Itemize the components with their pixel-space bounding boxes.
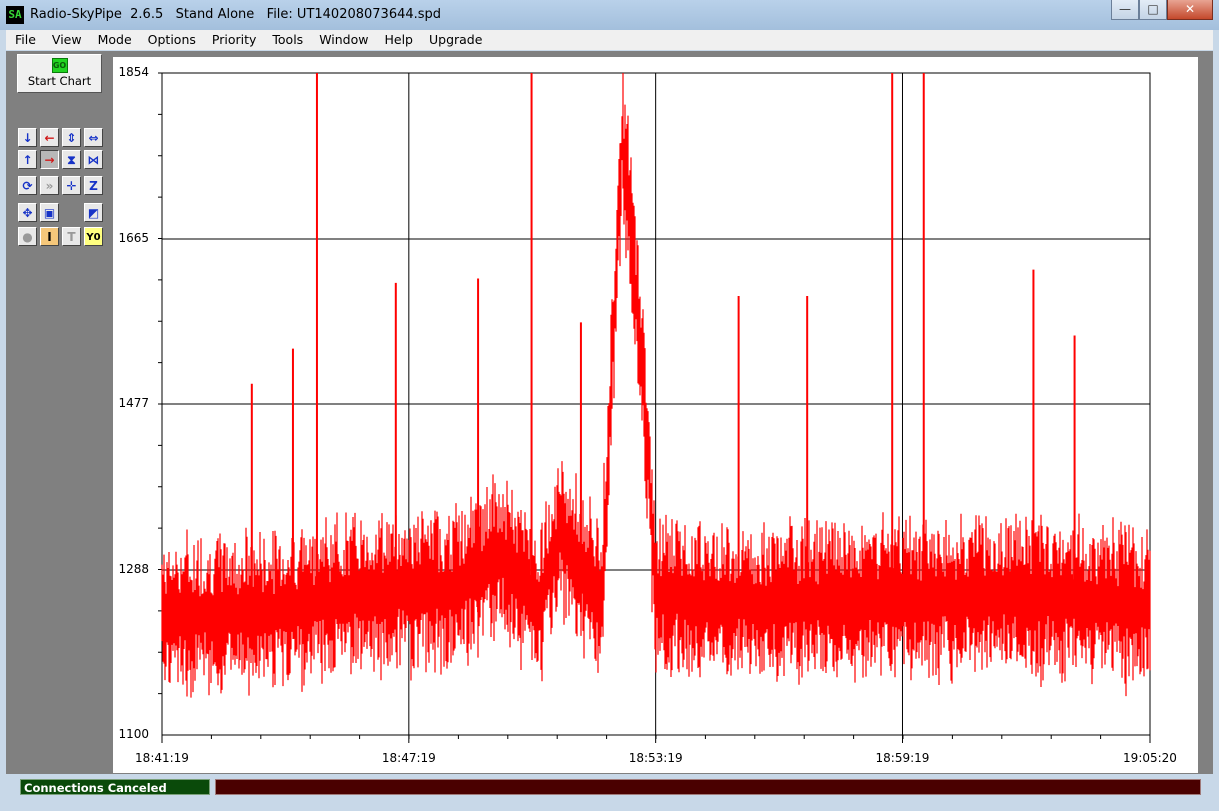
y-tick-label: 1100 <box>118 727 149 741</box>
x-tick-label: 18:59:19 <box>875 751 930 765</box>
status-bar: Connections Canceled <box>0 776 1219 811</box>
tool-panel: GO Start Chart ↓ ← ⇕ ⇔ ↑ → ⧗ ⋈ ⟳» ✛ Z ✥ ▣ ◩ ● I T Y0 <box>6 51 110 774</box>
expand-horizontal-icon[interactable]: ⇔ <box>84 128 103 147</box>
menu-tools[interactable]: Tools <box>263 30 310 50</box>
x-tick-label: 18:47:19 <box>381 751 436 765</box>
y-tick-label: 1288 <box>118 561 149 576</box>
menu-options[interactable]: Options <box>139 30 203 50</box>
x-tick-label: 18:41:19 <box>135 751 189 765</box>
fast-forward-icon[interactable]: » <box>40 176 59 195</box>
compress-vertical-icon[interactable]: ⧗ <box>62 150 81 169</box>
y-tick-label: 1665 <box>118 230 149 245</box>
zoom-box-icon[interactable]: Z <box>84 176 103 195</box>
menu-bar: File View Mode Options Priority Tools Wi… <box>6 30 1213 50</box>
app-window: SA Radio-SkyPipe 2.6.5 Stand Alone File:… <box>0 0 1219 811</box>
refresh-icon[interactable]: ⟳ <box>18 176 37 195</box>
menu-window[interactable]: Window <box>310 30 375 50</box>
arrow-down-icon[interactable]: ↓ <box>18 128 37 147</box>
connection-status: Connections Canceled <box>20 779 210 795</box>
insert-text-icon[interactable]: I <box>40 227 59 246</box>
strip-chart[interactable] <box>113 57 1198 773</box>
app-icon[interactable]: SA <box>6 6 24 24</box>
menu-mode[interactable]: Mode <box>89 30 139 50</box>
go-icon: GO <box>51 58 68 73</box>
y-zero-icon[interactable]: Y0 <box>84 227 103 246</box>
arrow-up-icon[interactable]: ↑ <box>18 150 37 169</box>
menu-upgrade[interactable]: Upgrade <box>420 30 489 50</box>
window-title: Radio-SkyPipe 2.6.5 Stand Alone File: UT… <box>30 7 442 22</box>
minimize-icon[interactable]: — <box>1111 0 1139 20</box>
x-tick-label: 18:53:19 <box>628 751 683 765</box>
arrow-left-icon[interactable]: ← <box>40 128 59 147</box>
chart-export-icon[interactable]: ◩ <box>84 203 103 222</box>
crosshair-icon[interactable]: ✛ <box>62 176 81 195</box>
pan-icon[interactable]: ✥ <box>18 203 37 222</box>
title-bar[interactable]: SA Radio-SkyPipe 2.6.5 Stand Alone File:… <box>0 0 1219 30</box>
menu-help[interactable]: Help <box>375 30 420 50</box>
start-chart-label: Start Chart <box>27 74 92 88</box>
y-tick-label: 1477 <box>118 396 149 410</box>
chart-window: 1854 1665 1477 1288 1100 18:41:19 18:47:19 18:… <box>113 57 1198 773</box>
menu-priority[interactable]: Priority <box>203 30 264 50</box>
record-icon[interactable]: ● <box>18 227 37 246</box>
expand-vertical-icon[interactable]: ⇕ <box>62 128 81 147</box>
y-tick-label: 1854 <box>118 65 149 79</box>
start-chart-button[interactable]: GO Start Chart <box>17 54 102 93</box>
menu-view[interactable]: View <box>43 30 89 50</box>
status-panel <box>215 779 1201 795</box>
compress-horizontal-icon[interactable]: ⋈ <box>84 150 103 169</box>
x-tick-label: 19:05:20 <box>1123 751 1177 765</box>
arrow-right-icon[interactable]: → <box>40 150 59 169</box>
zoom-select-icon[interactable]: ▣ <box>40 203 59 222</box>
window-controls: — □ ✕ <box>1111 0 1213 20</box>
close-icon[interactable]: ✕ <box>1167 0 1213 20</box>
maximize-icon[interactable]: □ <box>1139 0 1167 20</box>
text-icon[interactable]: T <box>62 227 81 246</box>
menu-file[interactable]: File <box>6 30 43 50</box>
